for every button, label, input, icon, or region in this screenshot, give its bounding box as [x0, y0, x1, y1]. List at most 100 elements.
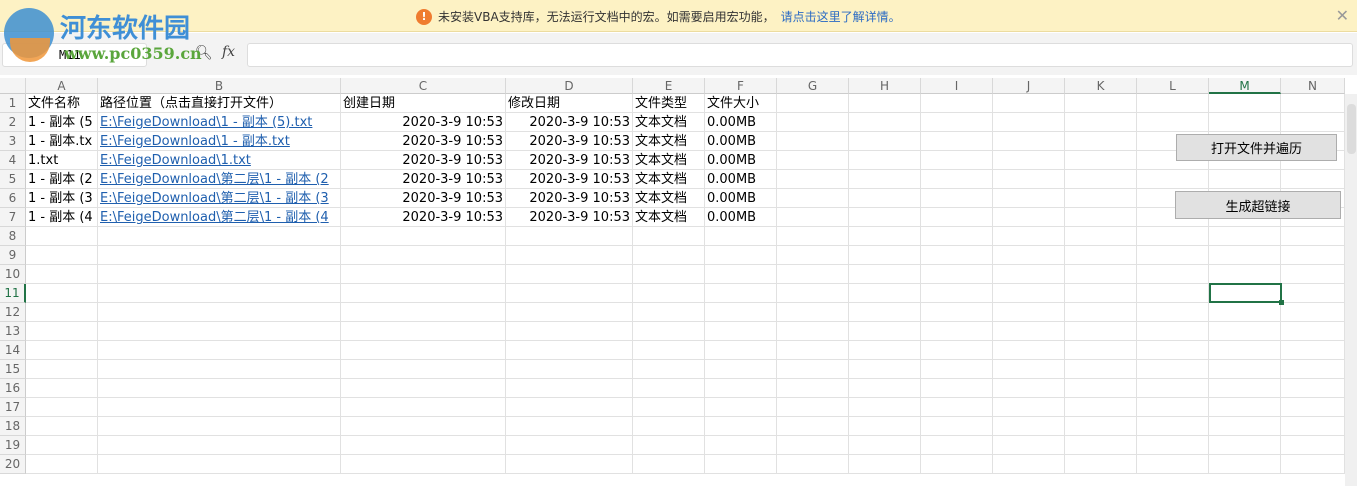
cell-j12[interactable] [993, 303, 1065, 322]
cell-e11[interactable] [633, 284, 705, 303]
cell-j13[interactable] [993, 322, 1065, 341]
column-header-m[interactable]: M [1209, 78, 1281, 94]
cell-n14[interactable] [1281, 341, 1345, 360]
formula-input[interactable] [247, 43, 1353, 67]
cell-j6[interactable] [993, 189, 1065, 208]
cell-n19[interactable] [1281, 436, 1345, 455]
cell-n17[interactable] [1281, 398, 1345, 417]
cell-a6[interactable]: 1 - 副本 (3 [26, 189, 98, 208]
cell-c11[interactable] [341, 284, 506, 303]
cell-b3[interactable]: E:\FeigeDownload\1 - 副本.txt [98, 132, 341, 151]
cell-h5[interactable] [849, 170, 921, 189]
cell-b4[interactable]: E:\FeigeDownload\1.txt [98, 151, 341, 170]
cell-d18[interactable] [506, 417, 633, 436]
cell-j7[interactable] [993, 208, 1065, 227]
cell-e20[interactable] [633, 455, 705, 474]
cell-e8[interactable] [633, 227, 705, 246]
row-header-3[interactable]: 3 [0, 132, 26, 151]
cell-e19[interactable] [633, 436, 705, 455]
cell-f14[interactable] [705, 341, 777, 360]
cell-f20[interactable] [705, 455, 777, 474]
cell-m15[interactable] [1209, 360, 1281, 379]
cell-g11[interactable] [777, 284, 849, 303]
row-header-2[interactable]: 2 [0, 113, 26, 132]
cell-b9[interactable] [98, 246, 341, 265]
cell-h2[interactable] [849, 113, 921, 132]
cell-f1[interactable]: 文件大小 [705, 94, 777, 113]
cell-e9[interactable] [633, 246, 705, 265]
cell-k9[interactable] [1065, 246, 1137, 265]
row-header-19[interactable]: 19 [0, 436, 26, 455]
cell-b19[interactable] [98, 436, 341, 455]
cell-l12[interactable] [1137, 303, 1209, 322]
cell-a9[interactable] [26, 246, 98, 265]
scroll-thumb[interactable] [1347, 104, 1356, 154]
cell-h14[interactable] [849, 341, 921, 360]
cell-a4[interactable]: 1.txt [26, 151, 98, 170]
cell-e7[interactable]: 文本文档 [633, 208, 705, 227]
cell-b17[interactable] [98, 398, 341, 417]
cell-k11[interactable] [1065, 284, 1137, 303]
row-header-16[interactable]: 16 [0, 379, 26, 398]
cell-i17[interactable] [921, 398, 993, 417]
cell-n12[interactable] [1281, 303, 1345, 322]
cell-m1[interactable] [1209, 94, 1281, 113]
column-header-h[interactable]: H [849, 78, 921, 94]
cell-l18[interactable] [1137, 417, 1209, 436]
row-header-9[interactable]: 9 [0, 246, 26, 265]
column-header-d[interactable]: D [506, 78, 633, 94]
cell-h3[interactable] [849, 132, 921, 151]
cell-f6[interactable]: 0.00MB [705, 189, 777, 208]
cell-l16[interactable] [1137, 379, 1209, 398]
close-icon[interactable]: ✕ [1336, 6, 1349, 25]
row-header-13[interactable]: 13 [0, 322, 26, 341]
cell-g5[interactable] [777, 170, 849, 189]
cell-h16[interactable] [849, 379, 921, 398]
cell-l14[interactable] [1137, 341, 1209, 360]
cell-c18[interactable] [341, 417, 506, 436]
cell-h10[interactable] [849, 265, 921, 284]
learn-more-link[interactable]: 请点击这里了解详情。 [781, 8, 901, 25]
cell-k1[interactable] [1065, 94, 1137, 113]
row-header-6[interactable]: 6 [0, 189, 26, 208]
cell-k8[interactable] [1065, 227, 1137, 246]
cell-d15[interactable] [506, 360, 633, 379]
cell-d7[interactable]: 2020-3-9 10:53 [506, 208, 633, 227]
cell-d10[interactable] [506, 265, 633, 284]
cell-m14[interactable] [1209, 341, 1281, 360]
cell-i1[interactable] [921, 94, 993, 113]
cell-g13[interactable] [777, 322, 849, 341]
cell-c10[interactable] [341, 265, 506, 284]
cell-d20[interactable] [506, 455, 633, 474]
cell-i5[interactable] [921, 170, 993, 189]
cell-a1[interactable]: 文件名称 [26, 94, 98, 113]
cell-k18[interactable] [1065, 417, 1137, 436]
cell-j2[interactable] [993, 113, 1065, 132]
cell-c5[interactable]: 2020-3-9 10:53 [341, 170, 506, 189]
cell-h18[interactable] [849, 417, 921, 436]
cell-a16[interactable] [26, 379, 98, 398]
cell-j4[interactable] [993, 151, 1065, 170]
cell-m16[interactable] [1209, 379, 1281, 398]
cell-f12[interactable] [705, 303, 777, 322]
cell-b10[interactable] [98, 265, 341, 284]
cell-d13[interactable] [506, 322, 633, 341]
column-header-b[interactable]: B [98, 78, 341, 94]
column-header-i[interactable]: I [921, 78, 993, 94]
cell-g12[interactable] [777, 303, 849, 322]
cell-b6[interactable]: E:\FeigeDownload\第二层\1 - 副本 (3 [98, 189, 341, 208]
cell-c3[interactable]: 2020-3-9 10:53 [341, 132, 506, 151]
column-header-g[interactable]: G [777, 78, 849, 94]
cell-e18[interactable] [633, 417, 705, 436]
cell-e5[interactable]: 文本文档 [633, 170, 705, 189]
cell-i7[interactable] [921, 208, 993, 227]
column-header-f[interactable]: F [705, 78, 777, 94]
cell-j14[interactable] [993, 341, 1065, 360]
cell-k4[interactable] [1065, 151, 1137, 170]
cell-g17[interactable] [777, 398, 849, 417]
cell-h4[interactable] [849, 151, 921, 170]
cell-f13[interactable] [705, 322, 777, 341]
cell-c19[interactable] [341, 436, 506, 455]
cell-b11[interactable] [98, 284, 341, 303]
cell-a12[interactable] [26, 303, 98, 322]
